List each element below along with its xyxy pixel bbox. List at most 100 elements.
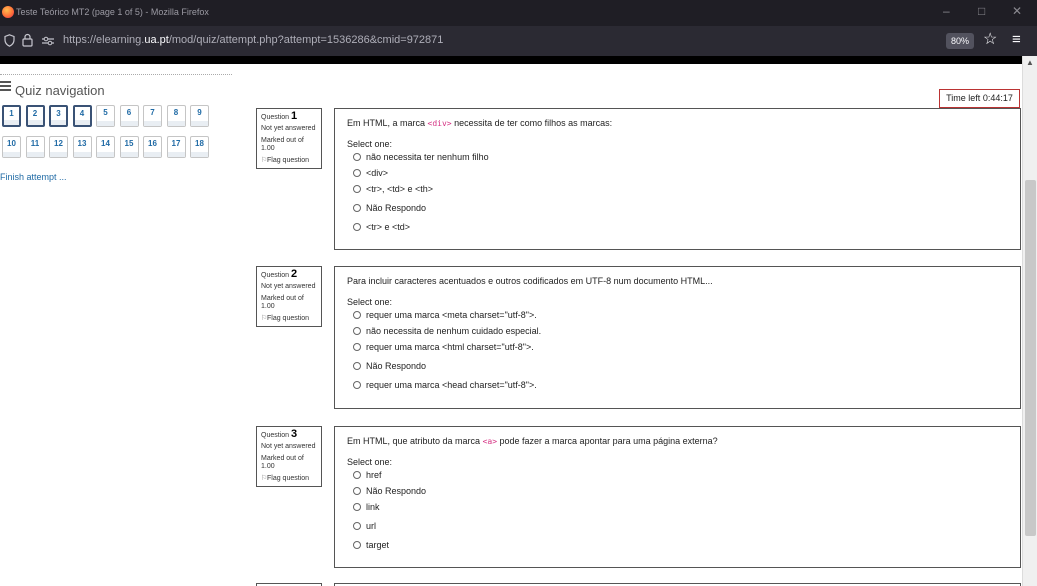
question-box-3: Em HTML, que atributo da marca <a> pode … <box>334 426 1021 568</box>
radio-button[interactable] <box>353 153 361 161</box>
select-one-prompt: Select one: <box>347 457 393 467</box>
answer-option-label: não necessita de nenhum cuidado especial… <box>366 326 542 336</box>
flag-question-button[interactable]: ⚐ Flag question <box>261 315 317 323</box>
answer-option-label: <tr>, <td> e <th> <box>366 184 434 194</box>
quiz-nav-button-17[interactable]: 17 <box>166 136 186 158</box>
quiz-nav-status-bar <box>191 152 208 157</box>
quiz-nav-status-bar <box>74 120 90 125</box>
finish-attempt-link[interactable]: Finish attempt ... <box>0 172 67 182</box>
hamburger-menu-icon[interactable]: ≡ <box>1012 31 1021 49</box>
radio-button[interactable] <box>353 541 361 549</box>
radio-button[interactable] <box>353 503 361 511</box>
flag-icon: ⚐ <box>261 475 268 482</box>
answer-option[interactable]: não necessita de nenhum cuidado especial… <box>347 324 1008 339</box>
browser-toolbar: https://elearning.ua.pt/mod/quiz/attempt… <box>0 26 1037 56</box>
answer-option[interactable]: target <box>347 538 1008 553</box>
question-box-1: Em HTML, a marca <div> necessita de ter … <box>334 108 1021 250</box>
radio-button[interactable] <box>353 381 361 389</box>
close-button[interactable]: ✕ <box>1012 4 1022 18</box>
flag-label: Flag question <box>267 157 310 164</box>
lock-icon[interactable] <box>22 33 33 47</box>
radio-button[interactable] <box>353 311 361 319</box>
quiz-nav-button-1[interactable]: 1 <box>2 105 21 127</box>
answer-option[interactable]: não necessita ter nenhum filho <box>347 150 1008 165</box>
answer-option[interactable]: requer uma marca <head charset="utf-8">. <box>347 378 1008 393</box>
scroll-up-icon[interactable]: ▲ <box>1026 58 1034 67</box>
flag-question-button[interactable]: ⚐ Flag question <box>261 475 317 483</box>
radio-button[interactable] <box>353 362 361 370</box>
quiz-nav-status-bar <box>3 152 20 157</box>
maximize-button[interactable]: □ <box>978 4 985 18</box>
quiz-nav-button-label: 3 <box>56 109 61 118</box>
quiz-nav-button-12[interactable]: 12 <box>49 136 68 158</box>
quiz-nav-button-label: 2 <box>32 109 38 118</box>
quiz-nav-status-bar <box>97 152 114 157</box>
answer-option[interactable]: link <box>347 500 1008 515</box>
radio-button[interactable] <box>353 204 361 212</box>
question-code: <a> <box>482 437 498 446</box>
radio-button[interactable] <box>353 223 361 231</box>
question-text-after: necessita de ter como filhos as marcas: <box>451 118 613 128</box>
quiz-nav-button-8[interactable]: 8 <box>166 105 186 127</box>
quiz-nav-button-5[interactable]: 5 <box>96 105 115 127</box>
minimize-button[interactable]: – <box>943 4 950 18</box>
answer-option[interactable]: url <box>347 519 1008 534</box>
quiz-nav-button-label: 17 <box>171 139 181 148</box>
quiz-nav-button-3[interactable]: 3 <box>49 105 68 127</box>
window-titlebar: Teste Teórico MT2 (page 1 of 5) - Mozill… <box>0 0 1037 26</box>
radio-button[interactable] <box>353 327 361 335</box>
zoom-level-button[interactable]: 80% <box>946 33 974 49</box>
shield-icon[interactable] <box>4 34 15 47</box>
answer-option[interactable]: <tr>, <td> e <th> <box>347 182 1008 197</box>
answer-option-label: Não Respondo <box>366 361 427 371</box>
url-field[interactable]: https://elearning.ua.pt/mod/quiz/attempt… <box>63 34 443 46</box>
answer-option[interactable]: Não Respondo <box>347 484 1008 499</box>
flag-label: Flag question <box>267 315 310 322</box>
quiz-nav-button-18[interactable]: 18 <box>190 136 209 158</box>
question-text-before: Em HTML, a marca <box>347 118 428 128</box>
quiz-nav-button-10[interactable]: 10 <box>2 136 21 158</box>
quiz-nav-status-bar <box>120 152 138 157</box>
question-label: Question <box>261 114 290 121</box>
quiz-nav-button-4[interactable]: 4 <box>72 105 92 127</box>
answer-option-label: link <box>366 502 380 512</box>
radio-button[interactable] <box>353 487 361 495</box>
answer-option-label: <tr> e <td> <box>366 222 411 232</box>
quiz-nav-button-2[interactable]: 2 <box>25 105 45 127</box>
quiz-nav-button-11[interactable]: 11 <box>25 136 45 158</box>
answer-option[interactable]: Não Respondo <box>347 201 1008 216</box>
quiz-nav-button-14[interactable]: 14 <box>96 136 115 158</box>
radio-button[interactable] <box>353 471 361 479</box>
question-label: Question <box>261 432 290 439</box>
answer-option[interactable]: <tr> e <td> <box>347 220 1008 235</box>
radio-button[interactable] <box>353 185 361 193</box>
radio-button[interactable] <box>353 343 361 351</box>
flag-label: Flag question <box>267 475 310 482</box>
quiz-nav-button-15[interactable]: 15 <box>119 136 139 158</box>
quiz-nav-button-label: 9 <box>197 108 202 117</box>
flag-question-button[interactable]: ⚐ Flag question <box>261 157 317 165</box>
answer-option[interactable]: requer uma marca <html charset="utf-8">. <box>347 340 1008 355</box>
radio-button[interactable] <box>353 169 361 177</box>
quiz-nav-button-16[interactable]: 16 <box>143 136 162 158</box>
quiz-nav-status-bar <box>144 121 161 126</box>
quiz-nav-button-9[interactable]: 9 <box>190 105 209 127</box>
permissions-icon[interactable] <box>42 36 54 46</box>
quiz-nav-button-7[interactable]: 7 <box>143 105 162 127</box>
quiz-nav-button-label: 12 <box>54 139 63 148</box>
question-text: Para incluir caracteres acentuados e out… <box>347 276 1008 286</box>
quiz-nav-button-label: 6 <box>126 108 132 117</box>
quiz-nav-status-bar <box>191 121 208 126</box>
question-state: Not yet answered <box>261 125 316 132</box>
answer-option[interactable]: Não Respondo <box>347 359 1008 374</box>
scrollbar-thumb[interactable] <box>1025 180 1036 536</box>
answer-option[interactable]: requer uma marca <meta charset="utf-8">. <box>347 308 1008 323</box>
radio-button[interactable] <box>353 522 361 530</box>
page-scrollbar[interactable]: ▲ <box>1022 56 1037 586</box>
quiz-nav-button-6[interactable]: 6 <box>119 105 139 127</box>
answer-option[interactable]: <div> <box>347 166 1008 181</box>
answer-option[interactable]: href <box>347 468 1008 483</box>
quiz-nav-button-13[interactable]: 13 <box>72 136 92 158</box>
question-text-before: Em HTML, que atributo da marca <box>347 436 483 446</box>
star-icon[interactable]: ☆ <box>983 31 997 49</box>
